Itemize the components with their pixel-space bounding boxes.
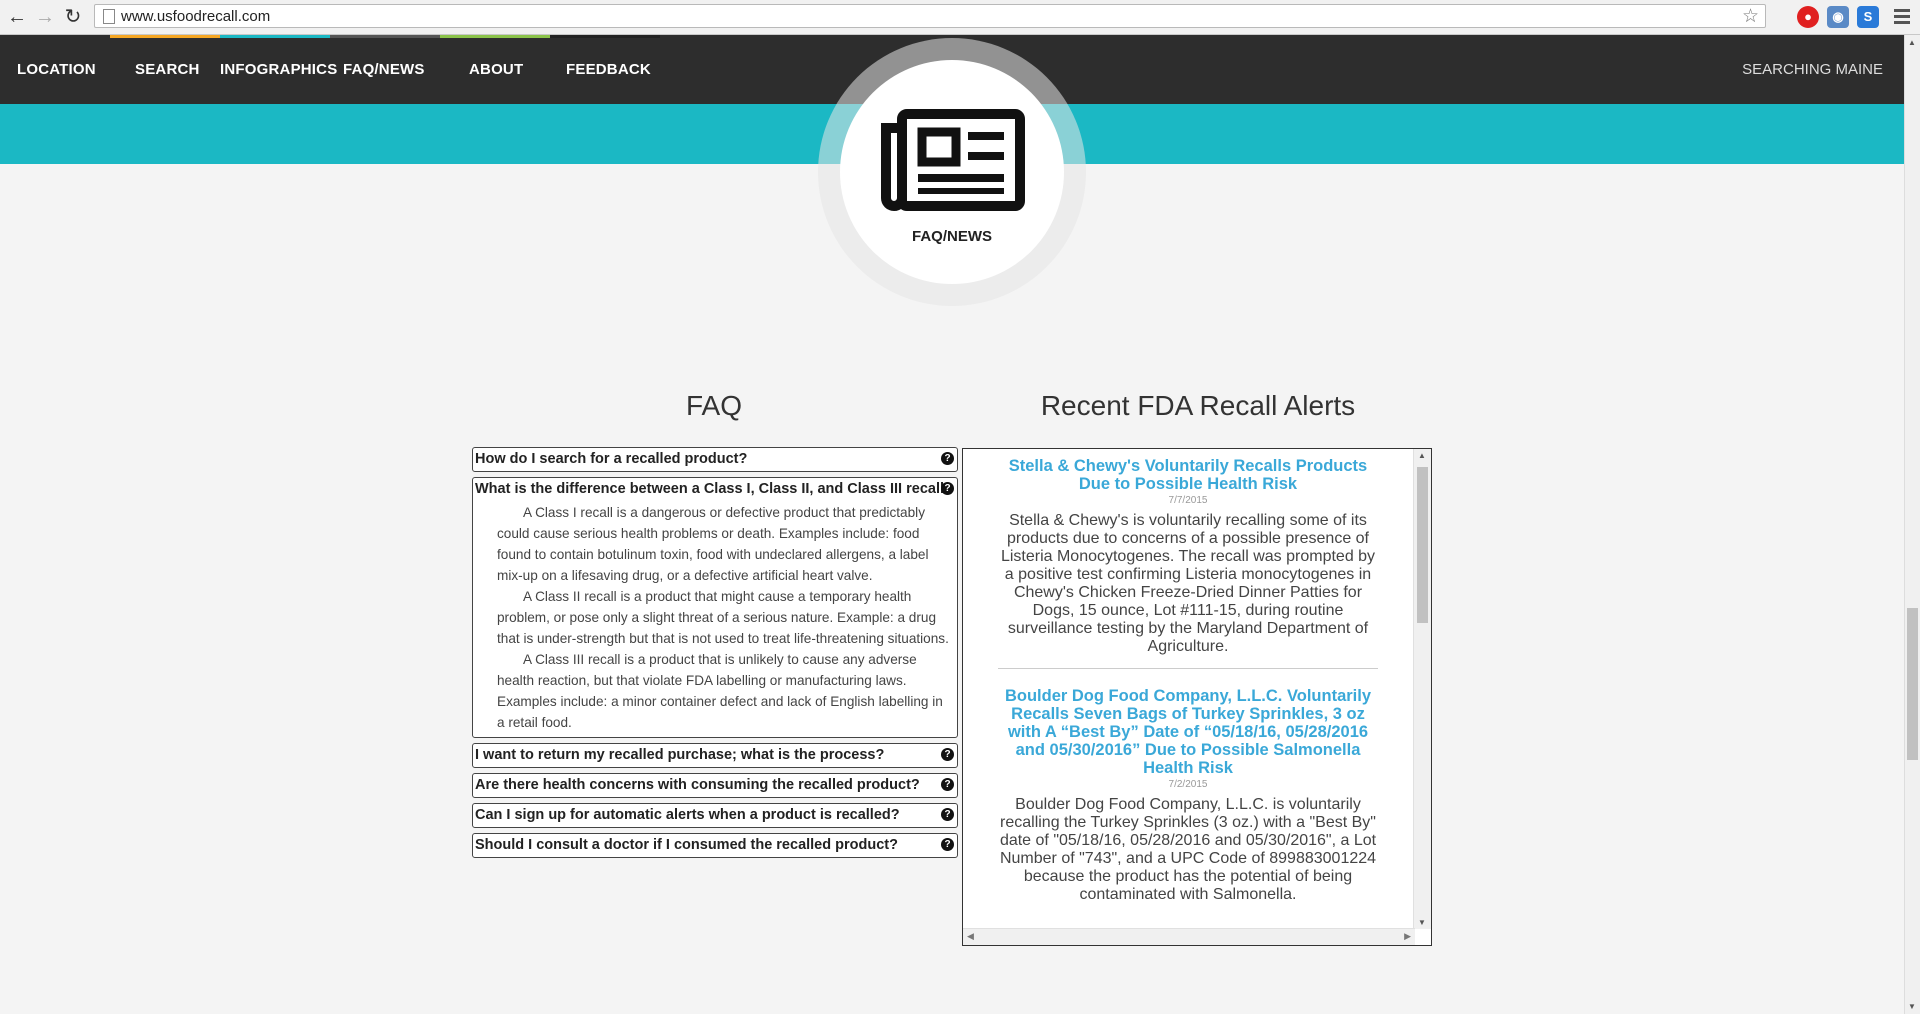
badge-label: FAQ/NEWS xyxy=(911,228,992,245)
nav-faq-news[interactable]: FAQ/NEWS xyxy=(343,35,425,104)
browser-menu-icon[interactable] xyxy=(1894,9,1910,27)
question-icon: ? xyxy=(941,748,954,761)
faq-question[interactable]: Are there health concerns with consuming… xyxy=(473,774,957,797)
faq-item[interactable]: How do I search for a recalled product? … xyxy=(472,447,958,472)
back-arrow-icon[interactable]: ← xyxy=(6,6,28,28)
scroll-right-icon[interactable]: ▶ xyxy=(1404,931,1411,942)
faq-heading: FAQ xyxy=(685,390,742,421)
faq-question-text: What is the difference between a Class I… xyxy=(475,481,953,497)
faq-item[interactable]: I want to return my recalled purchase; w… xyxy=(472,743,958,768)
question-icon: ? xyxy=(941,838,954,851)
recall-description: Stella & Chewy's is voluntarily recallin… xyxy=(1000,512,1376,655)
nav-infographics[interactable]: INFOGRAPHICS xyxy=(220,35,337,104)
forward-arrow-icon[interactable]: → xyxy=(34,6,56,28)
faq-item[interactable]: Should I consult a doctor if I consumed … xyxy=(472,833,958,858)
faq-answer: A Class I recall is a dangerous or defec… xyxy=(473,501,957,737)
page-scroll-thumb[interactable] xyxy=(1907,608,1918,760)
faq-question-text: Can I sign up for automatic alerts when … xyxy=(475,807,900,823)
recall-title-link[interactable]: Boulder Dog Food Company, L.L.C. Volunta… xyxy=(998,679,1378,777)
faq-question[interactable]: Can I sign up for automatic alerts when … xyxy=(473,804,957,827)
page-icon xyxy=(103,9,115,24)
faq-question-text: How do I search for a recalled product? xyxy=(475,451,748,467)
browser-toolbar: ← → ↻ www.usfoodrecall.com ☆ ● ◉ S xyxy=(0,0,1920,35)
address-url[interactable]: www.usfoodrecall.com xyxy=(121,8,270,25)
faq-item[interactable]: Can I sign up for automatic alerts when … xyxy=(472,803,958,828)
bookmark-star-icon[interactable]: ☆ xyxy=(1742,5,1759,28)
nav-search[interactable]: SEARCH xyxy=(135,35,200,104)
recall-date: 7/7/2015 xyxy=(1168,495,1208,506)
faq-item[interactable]: Are there health concerns with consuming… xyxy=(472,773,958,798)
section-badge: FAQ/NEWS xyxy=(840,60,1064,284)
recall-entry: Boulder Dog Food Company, L.L.C. Volunta… xyxy=(998,679,1378,904)
recall-list: Stella & Chewy's Voluntarily Recalls Pro… xyxy=(963,449,1413,929)
faq-question-text: I want to return my recalled purchase; w… xyxy=(475,747,885,763)
faq-question[interactable]: I want to return my recalled purchase; w… xyxy=(473,744,957,767)
recall-vertical-scrollbar[interactable]: ▲ ▼ xyxy=(1413,449,1431,929)
question-icon: ? xyxy=(941,482,954,495)
answer-paragraph: A Class I recall is a dangerous or defec… xyxy=(497,505,929,583)
camera-extension-icon[interactable]: ◉ xyxy=(1827,6,1849,28)
scroll-up-icon[interactable]: ▲ xyxy=(1418,451,1426,460)
faq-question[interactable]: What is the difference between a Class I… xyxy=(473,478,957,501)
question-icon: ? xyxy=(941,778,954,791)
faq-question[interactable]: How do I search for a recalled product? … xyxy=(473,448,957,471)
answer-paragraph: A Class II recall is a product that migh… xyxy=(497,589,949,646)
s-extension-icon[interactable]: S xyxy=(1857,6,1879,28)
scroll-down-icon[interactable]: ▼ xyxy=(1418,918,1426,927)
faq-list: How do I search for a recalled product? … xyxy=(472,447,958,863)
reload-icon[interactable]: ↻ xyxy=(62,6,84,28)
scroll-left-icon[interactable]: ◀ xyxy=(967,931,974,942)
recall-description: Boulder Dog Food Company, L.L.C. is volu… xyxy=(999,796,1377,903)
faq-question-text: Are there health concerns with consuming… xyxy=(475,777,920,793)
answer-paragraph: A Class III recall is a product that is … xyxy=(497,652,943,730)
faq-question[interactable]: Should I consult a doctor if I consumed … xyxy=(473,834,957,857)
nav-feedback[interactable]: FEEDBACK xyxy=(566,35,651,104)
recall-title-link[interactable]: Stella & Chewy's Voluntarily Recalls Pro… xyxy=(998,449,1378,493)
question-icon: ? xyxy=(941,452,954,465)
recall-alerts-panel[interactable]: Stella & Chewy's Voluntarily Recalls Pro… xyxy=(962,448,1432,946)
nav-location[interactable]: LOCATION xyxy=(17,35,96,104)
recall-heading: Recent FDA Recall Alerts xyxy=(1040,390,1356,421)
faq-item-expanded[interactable]: What is the difference between a Class I… xyxy=(472,477,958,738)
adblock-extension-icon[interactable]: ● xyxy=(1797,6,1819,28)
page-scroll-down-icon[interactable]: ▼ xyxy=(1908,1002,1916,1011)
scroll-thumb[interactable] xyxy=(1417,467,1428,623)
recall-horizontal-scrollbar[interactable]: ◀ ▶ xyxy=(963,928,1415,945)
faq-question-text: Should I consult a doctor if I consumed … xyxy=(475,837,898,853)
question-icon: ? xyxy=(941,808,954,821)
recall-entry: Stella & Chewy's Voluntarily Recalls Pro… xyxy=(998,449,1378,669)
nav-about[interactable]: ABOUT xyxy=(469,35,523,104)
recall-divider xyxy=(998,668,1378,669)
searching-state-label[interactable]: SEARCHING MAINE xyxy=(1742,35,1883,105)
page-scrollbar[interactable]: ▲ ▼ xyxy=(1904,35,1920,1014)
recall-date: 7/2/2015 xyxy=(1168,779,1208,790)
page-scroll-up-icon[interactable]: ▲ xyxy=(1908,38,1916,47)
newspaper-icon xyxy=(881,109,1025,211)
address-bar[interactable]: www.usfoodrecall.com ☆ xyxy=(94,4,1766,28)
